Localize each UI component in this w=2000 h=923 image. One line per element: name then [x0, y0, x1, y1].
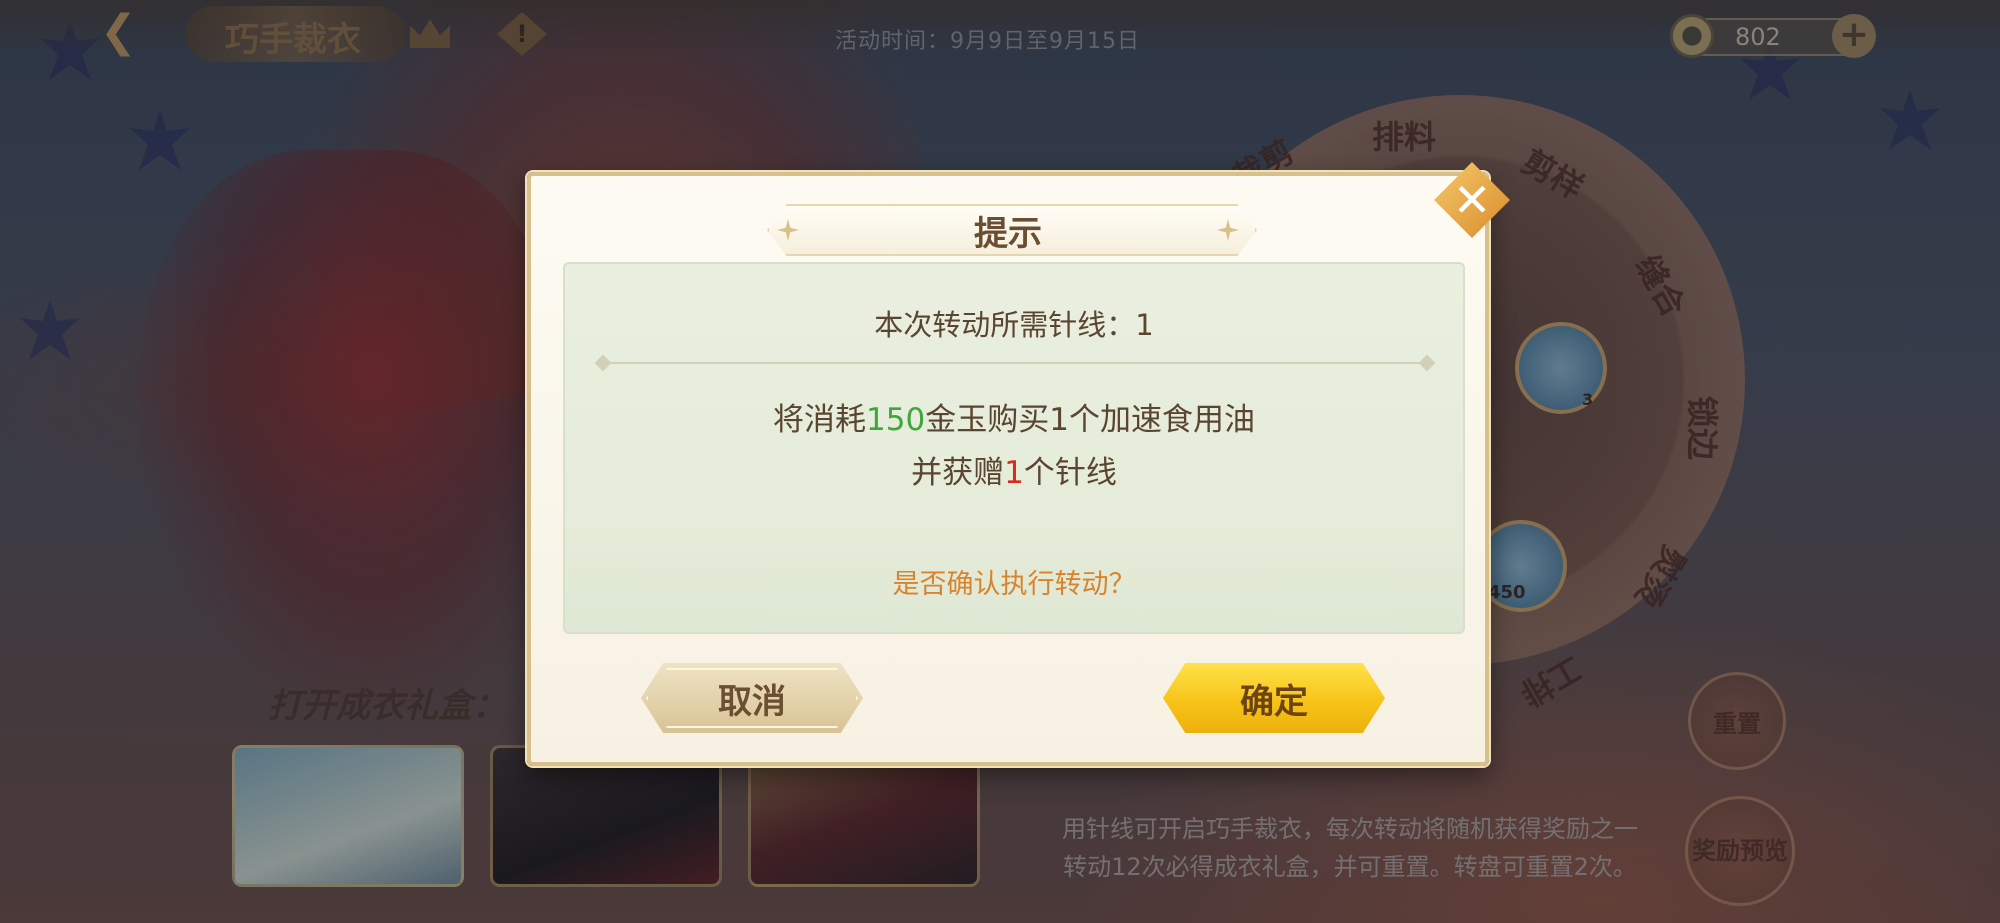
divider-dot [594, 354, 612, 372]
cancel-button[interactable]: 取消 [641, 663, 863, 733]
gift-prefix: 并获赠 [911, 455, 1005, 491]
purchase-suffix: 金玉购买1个加速食用油 [925, 402, 1255, 438]
confirm-question: 是否确认执行转动？ [892, 569, 1136, 600]
cost-line: 本次转动所需针线：1 [874, 308, 1154, 342]
purchase-prefix: 将消耗 [773, 402, 867, 438]
gift-amount: 1 [1004, 455, 1024, 491]
dialog-content-panel: 本次转动所需针线：1 将消耗150金玉购买1个加速食用油 并获赠1个针线 是否确… [563, 262, 1465, 634]
gift-suffix: 个针线 [1023, 455, 1117, 491]
confirm-label: 确定 [1240, 681, 1308, 722]
divider [601, 362, 1427, 364]
dialog-title: 提示 [974, 214, 1042, 254]
confirm-button[interactable]: 确定 [1163, 663, 1385, 733]
divider-dot [1418, 354, 1436, 372]
purchase-amount: 150 [866, 402, 926, 438]
gift-line: 并获赠1个针线 [565, 447, 1463, 492]
cancel-label: 取消 [718, 681, 786, 722]
confirm-dialog: 提示 本次转动所需针线：1 将消耗150金玉购买1个加速食用油 并获赠1个针线 … [527, 172, 1489, 766]
purchase-line: 将消耗150金玉购买1个加速食用油 [565, 394, 1463, 439]
